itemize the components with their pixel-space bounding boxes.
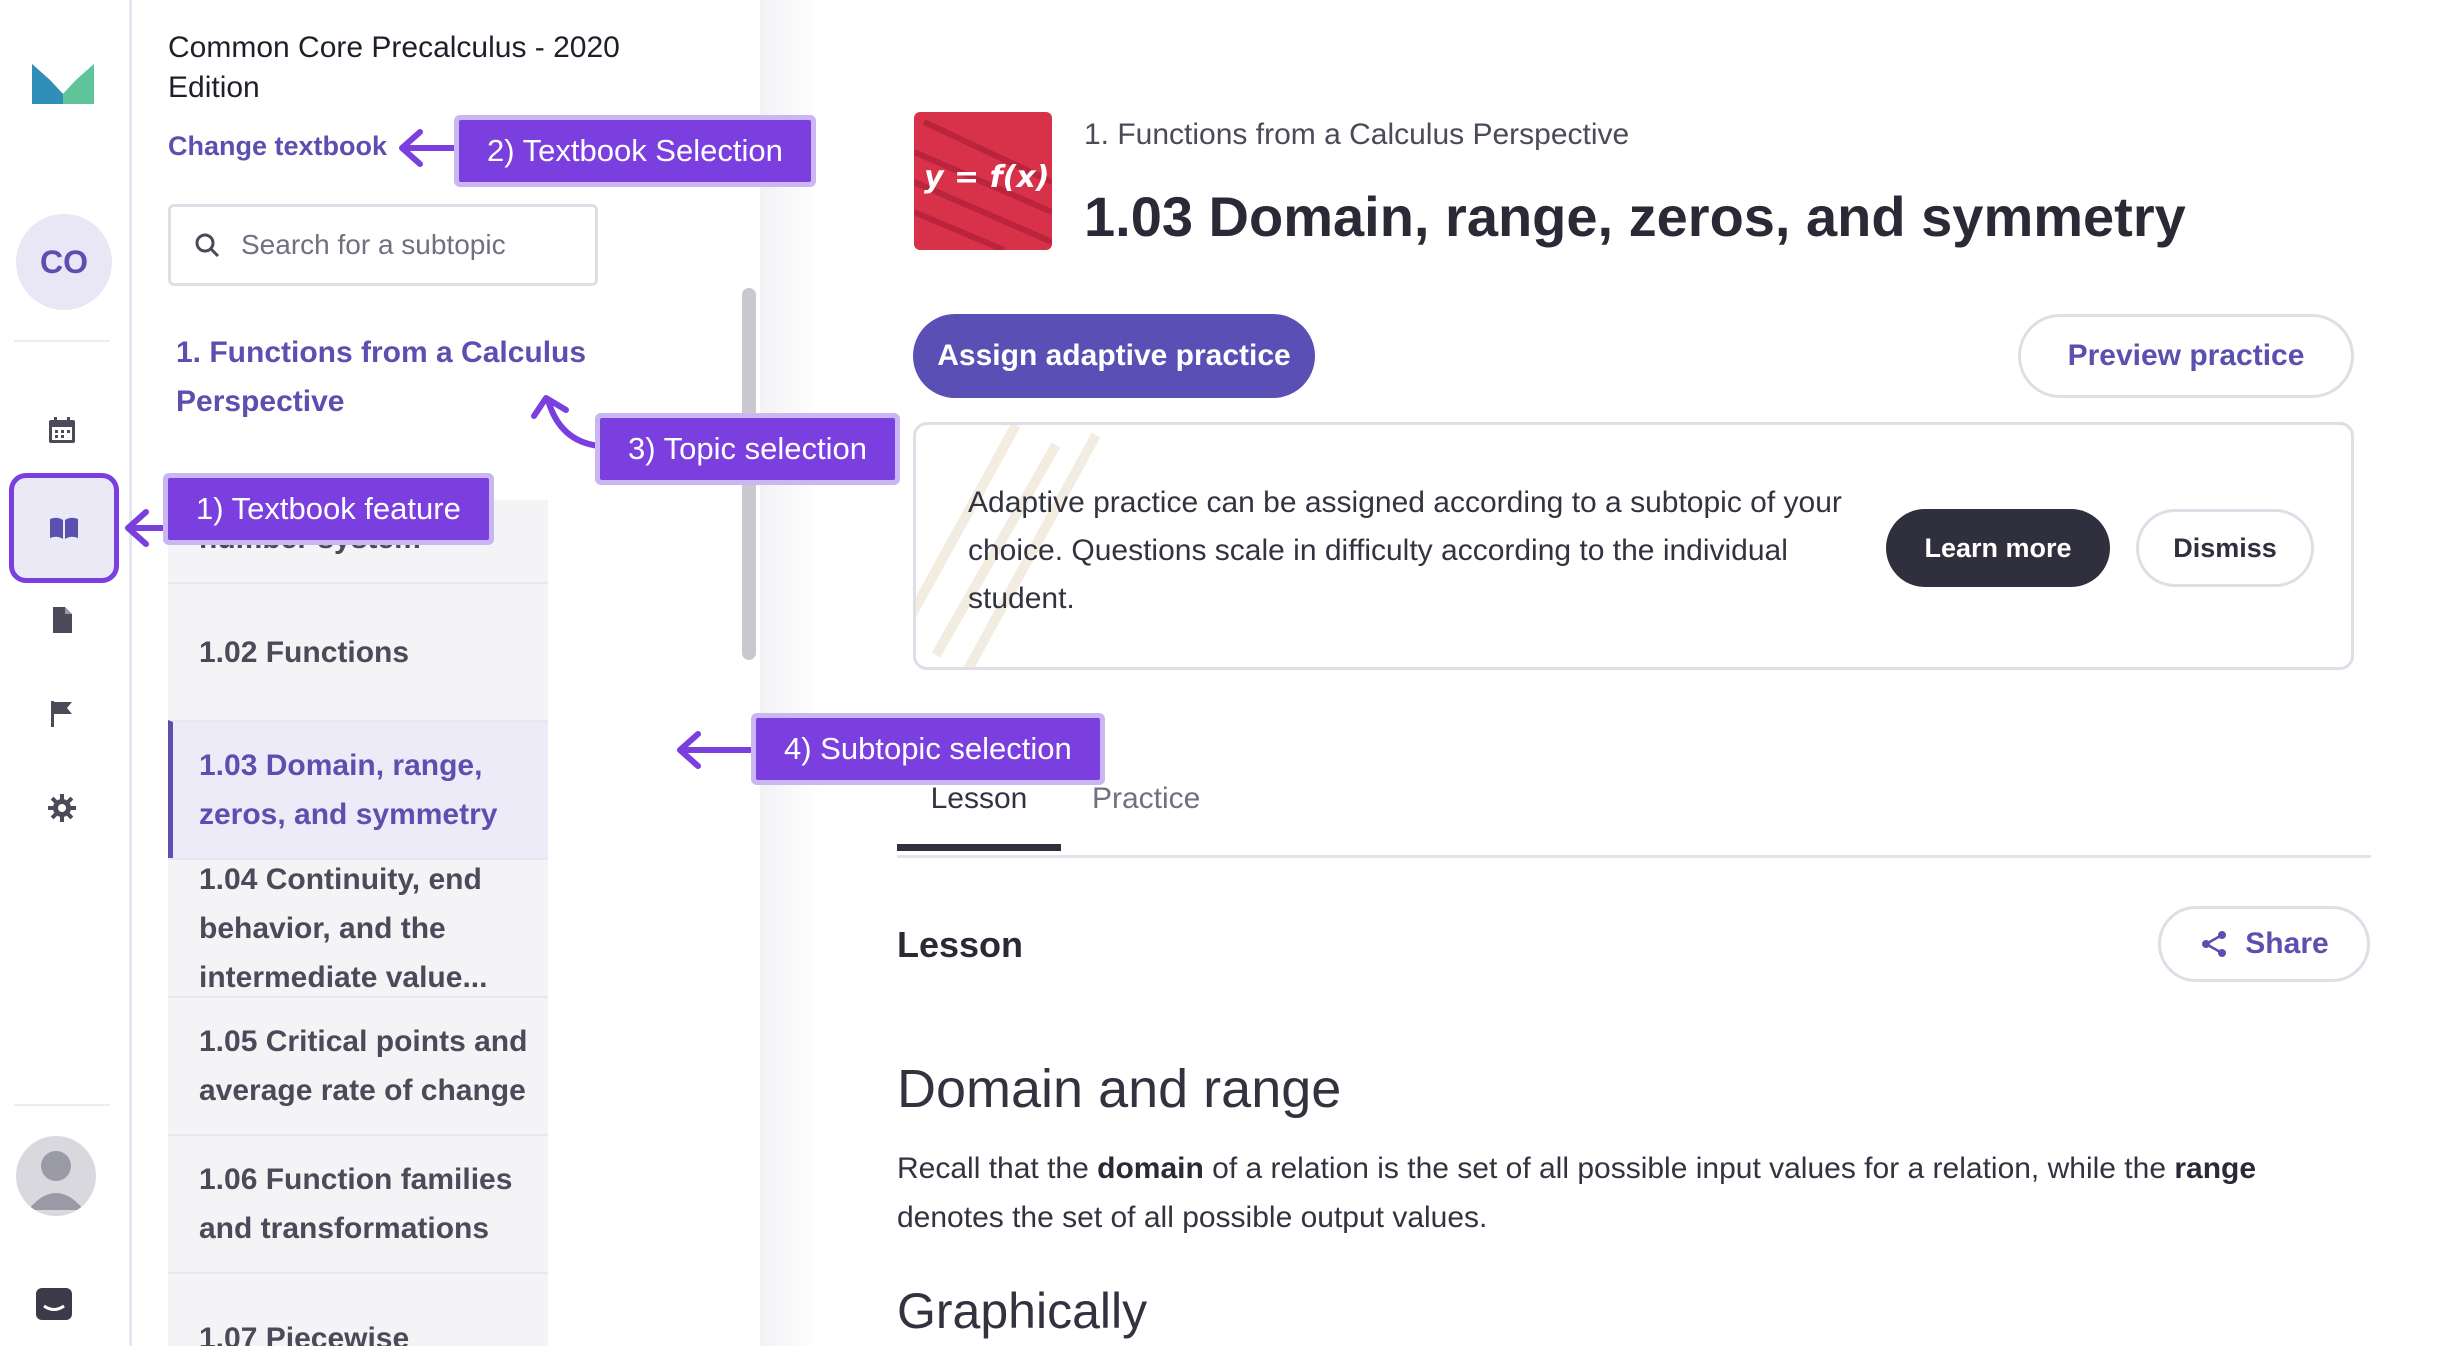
section-title: Domain and range [897,1059,1342,1119]
para-text: denotes the set of all possible output v… [897,1201,1488,1234]
term-domain: domain [1097,1152,1204,1185]
user-avatar[interactable] [16,1136,96,1216]
main-content: y = f(x) 1. Functions from a Calculus Pe… [820,0,2446,1346]
search-input[interactable] [241,229,571,261]
adaptive-practice-info-card: Adaptive practice can be assigned accord… [913,422,2354,670]
annotation-textbook-selection: 2) Textbook Selection [459,120,811,182]
textbook-sidebar: Common Core Precalculus - 2020 Edition C… [135,0,760,1346]
annotation-topic-selection: 3) Topic selection [600,418,895,480]
tab-lesson[interactable]: Lesson [897,782,1061,851]
page-title: 1.03 Domain, range, zeros, and symmetry [1084,185,2186,248]
document-icon[interactable] [36,594,88,646]
app-logo[interactable] [30,58,96,110]
list-item[interactable]: 1.02 Functions [168,582,548,720]
chat-icon[interactable] [34,1286,74,1322]
info-text: Adaptive practice can be assigned accord… [968,486,1842,615]
list-item-label: 1.05 Critical points and average rate of… [199,1025,528,1107]
para-text: Recall that the [897,1152,1098,1185]
subtopic-thumbnail: y = f(x) [914,112,1052,250]
para-text: of a relation is the set of all possible… [1203,1152,2175,1185]
annotation-textbook-feature: 1) Textbook feature [168,478,489,540]
list-item[interactable]: 1.07 Piecewise functions [168,1272,548,1346]
list-item-label: 1.04 Continuity, end behavior, and the i… [199,862,488,994]
textbook-title: Common Core Precalculus - 2020 Edition [168,31,620,104]
list-item-label: 1.07 Piecewise functions [199,1322,410,1346]
change-textbook-link[interactable]: Change textbook [168,131,387,162]
lesson-paragraph: Recall that the domain of a relation is … [897,1144,2357,1242]
tab-practice[interactable]: Practice [1092,782,1200,844]
book-icon[interactable] [14,478,114,578]
list-item-label: 1.06 Function families and transformatio… [199,1163,513,1245]
subtopic-search[interactable] [168,204,598,286]
gear-icon[interactable] [36,782,88,834]
nav-rail: CO [0,0,132,1346]
list-item-label: 1.02 Functions [199,635,410,669]
list-item[interactable]: 1.05 Critical points and average rate of… [168,996,548,1134]
flag-icon[interactable] [36,688,88,740]
learn-more-button[interactable]: Learn more [1886,509,2110,587]
rail-divider [14,340,110,342]
preview-practice-button[interactable]: Preview practice [2018,314,2354,398]
topic-link[interactable]: 1. Functions from a Calculus Perspective [176,328,606,426]
annotation-subtopic-selection: 4) Subtopic selection [756,718,1100,780]
breadcrumb: 1. Functions from a Calculus Perspective [1084,118,1630,151]
term-range: range [2174,1152,2257,1185]
content-tabs: Lesson Practice [897,760,2371,858]
share-icon [2202,931,2227,957]
dismiss-button[interactable]: Dismiss [2136,509,2314,587]
lesson-heading: Lesson [897,924,1024,965]
search-icon [195,233,220,258]
share-label: Share [2245,927,2329,960]
assign-adaptive-practice-button[interactable]: Assign adaptive practice [913,314,1315,398]
list-item-active[interactable]: 1.03 Domain, range, zeros, and symmetry [168,720,548,858]
share-button[interactable]: Share [2158,906,2370,982]
calendar-icon[interactable] [36,404,88,456]
list-item-label: 1.03 Domain, range, zeros, and symmetry [199,749,498,831]
list-item[interactable]: 1.04 Continuity, end behavior, and the i… [168,858,548,996]
class-avatar[interactable]: CO [16,214,112,310]
section-title-graphically: Graphically [897,1283,1148,1339]
thumbnail-label: y = f(x) [924,160,1050,195]
list-item[interactable]: 1.06 Function families and transformatio… [168,1134,548,1272]
rail-divider [14,1104,110,1106]
sidebar-shadow [760,0,820,1346]
